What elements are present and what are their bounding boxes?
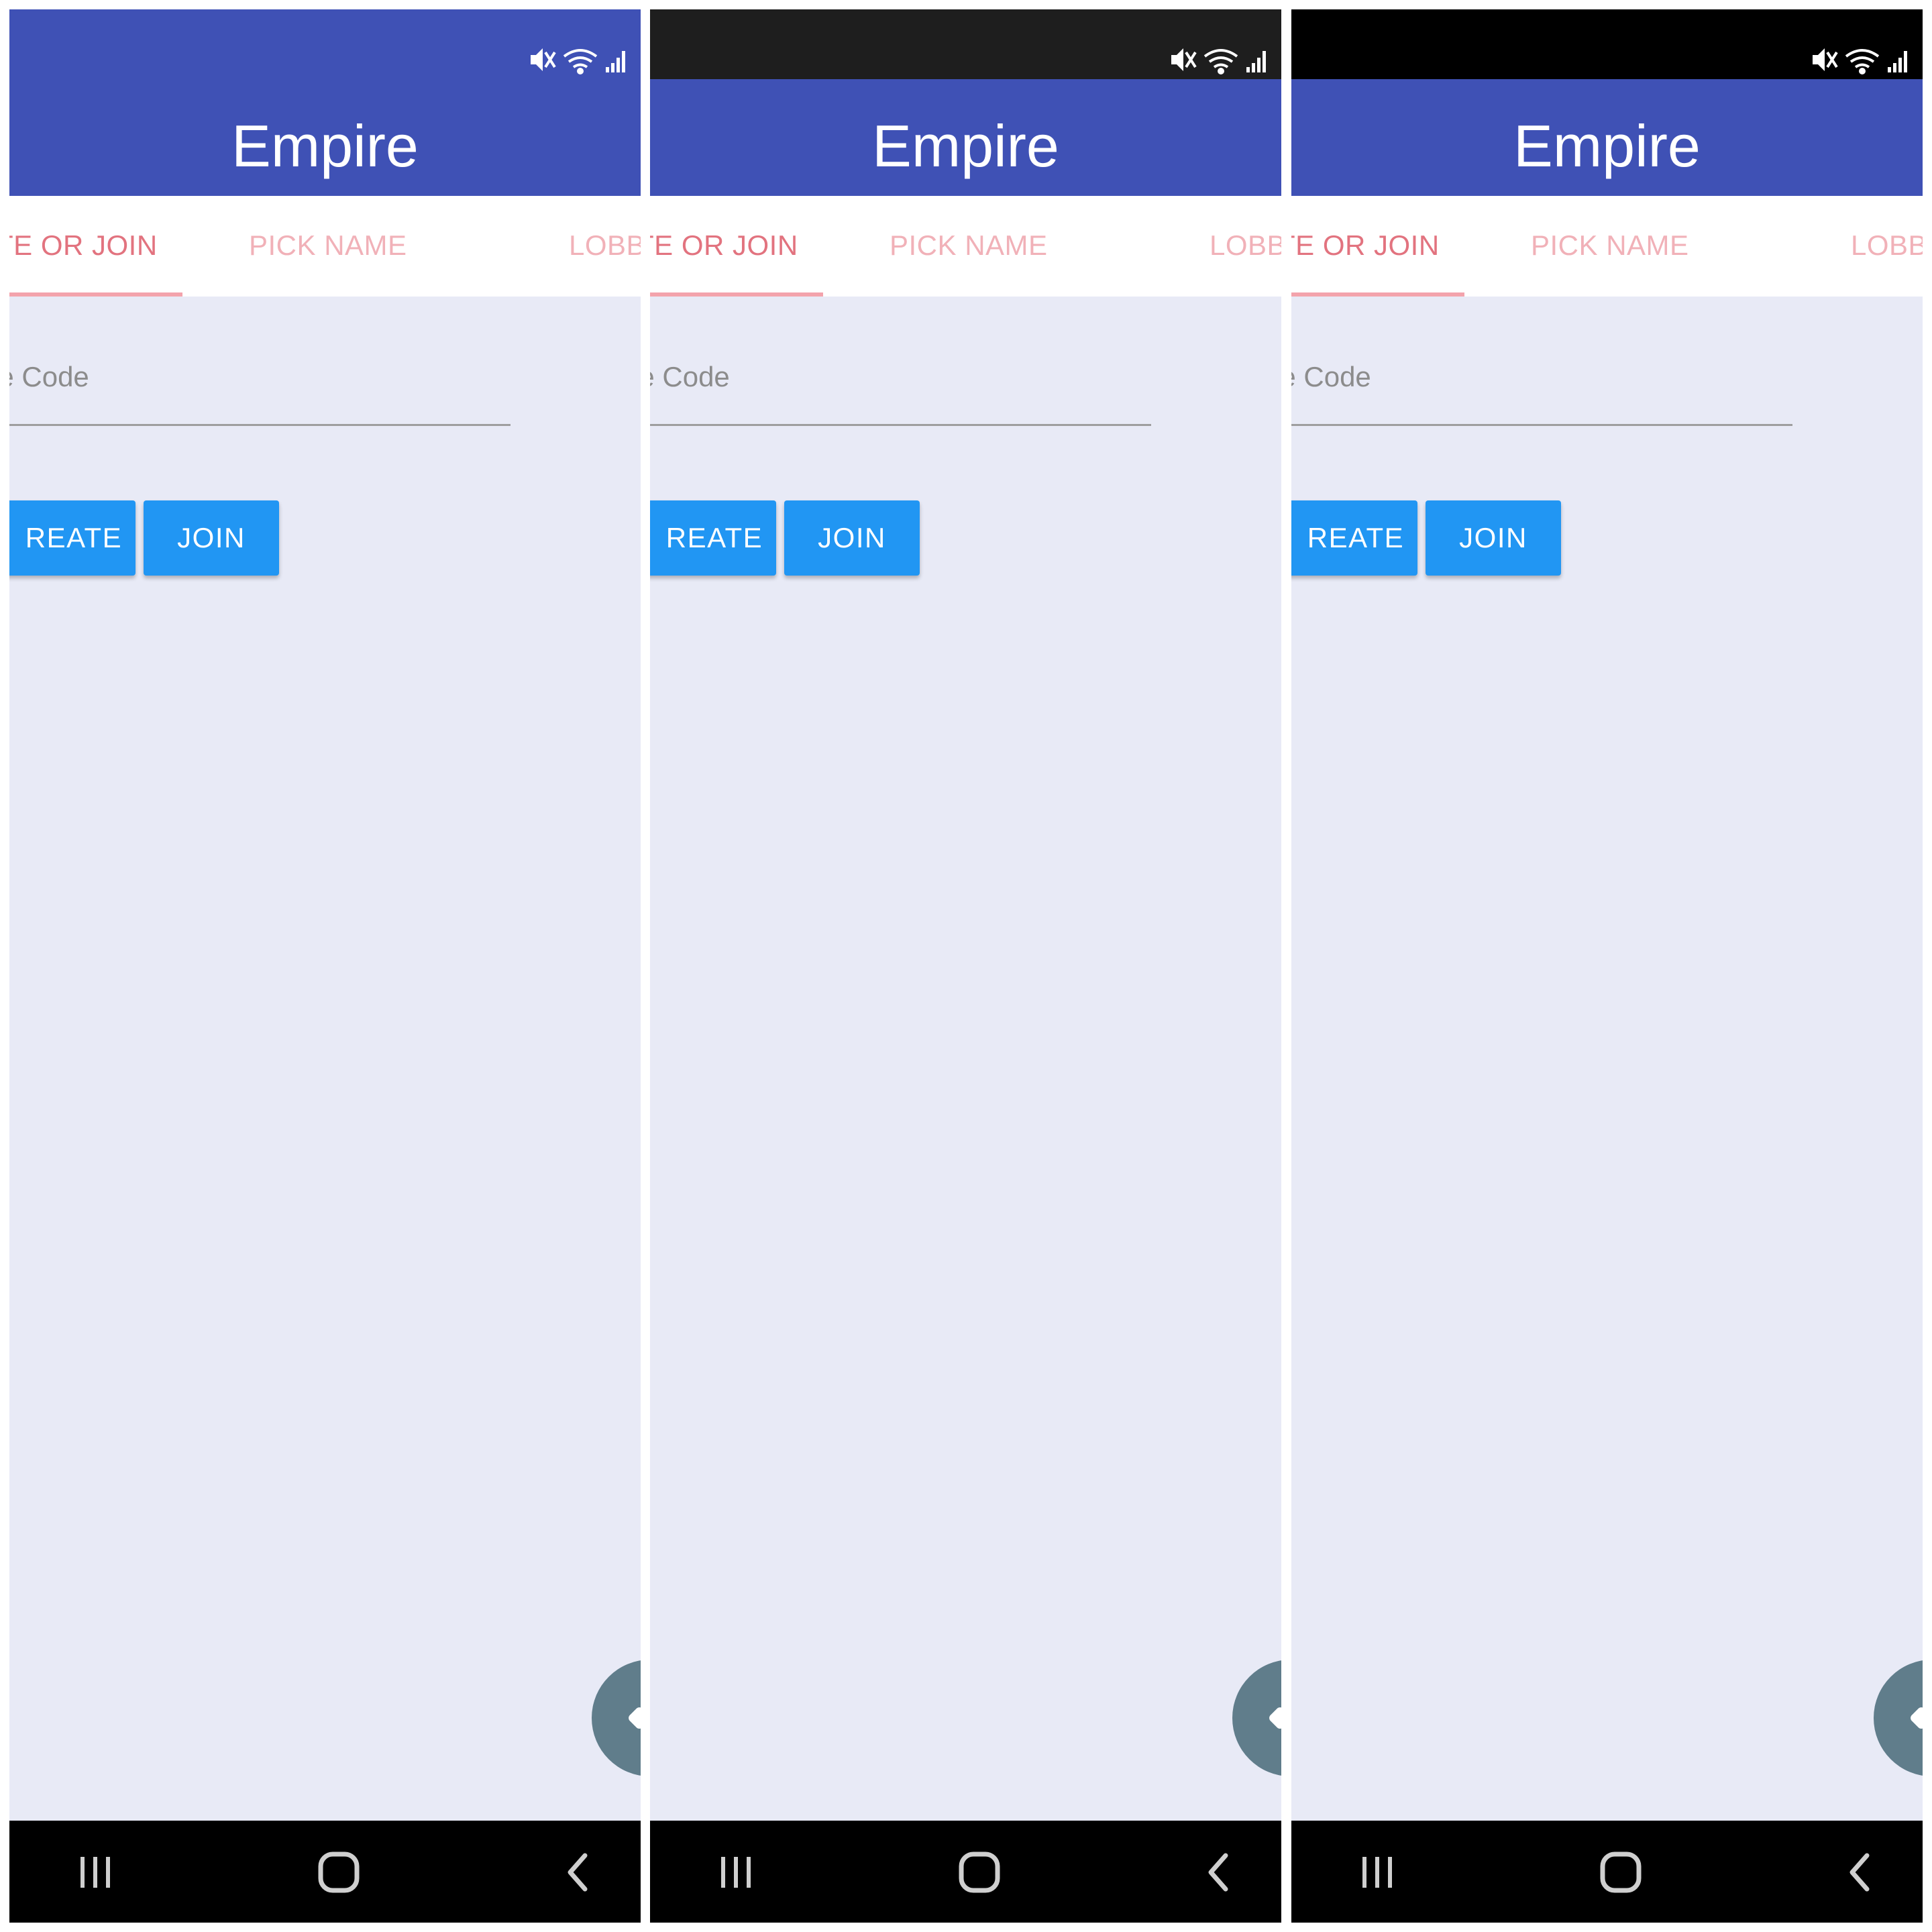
back-icon[interactable] (561, 1849, 594, 1896)
app-bar: Empire (1291, 79, 1923, 196)
wifi-icon (1203, 49, 1238, 74)
tab-pick-name[interactable]: PICK NAME (1531, 228, 1689, 263)
mute-icon (1813, 48, 1838, 71)
fab-icon (1909, 1705, 1923, 1731)
home-icon[interactable] (956, 1849, 1003, 1896)
join-button-label: JOIN (818, 522, 886, 553)
status-icons (1809, 43, 1923, 76)
back-icon[interactable] (1201, 1849, 1235, 1896)
join-button[interactable]: JOIN (784, 500, 920, 576)
status-bar (9, 9, 641, 79)
game-code-placeholder: ne Code (650, 361, 730, 392)
tab-indicator (9, 292, 182, 297)
wifi-icon (1845, 49, 1880, 74)
tab-strip: TE OR JOIN PICK NAME LOBB (9, 196, 641, 297)
join-button[interactable]: JOIN (144, 500, 279, 576)
tab-strip: TE OR JOIN PICK NAME LOBB (1291, 196, 1923, 297)
fab-button[interactable] (1874, 1660, 1923, 1776)
fab-icon (1267, 1705, 1281, 1731)
status-icons (1167, 43, 1281, 76)
recents-icon[interactable] (75, 1849, 115, 1896)
tab-lobby[interactable]: LOBB (1210, 228, 1281, 263)
app-title: Empire (872, 113, 1059, 179)
input-underline (650, 424, 1151, 426)
mute-icon (531, 48, 556, 71)
status-bar (1291, 9, 1923, 79)
input-underline (9, 424, 511, 426)
create-button-label: REATE (1307, 522, 1405, 553)
game-code-input[interactable]: ne Code (1291, 353, 1792, 427)
tab-create-or-join[interactable]: TE OR JOIN (9, 228, 158, 263)
signal-icon (1246, 51, 1266, 72)
app-title: Empire (1513, 113, 1701, 179)
app-bar: Empire (650, 79, 1281, 196)
join-button-label: JOIN (177, 522, 246, 553)
app-title: Empire (231, 113, 419, 179)
fab-icon (627, 1705, 641, 1731)
phone-screen-3: Empire TE OR JOIN PICK NAME LOBB ne Code… (1291, 9, 1923, 1923)
recents-icon[interactable] (716, 1849, 756, 1896)
tab-lobby[interactable]: LOBB (569, 228, 641, 263)
tab-pick-name[interactable]: PICK NAME (249, 228, 407, 263)
game-code-input[interactable]: ne Code (650, 353, 1151, 427)
game-code-placeholder: ne Code (9, 361, 89, 392)
input-underline (1291, 424, 1792, 426)
fab-button[interactable] (592, 1660, 641, 1776)
signal-icon (606, 51, 625, 72)
status-bar (650, 9, 1281, 79)
join-button[interactable]: JOIN (1426, 500, 1561, 576)
create-button-label: REATE (665, 522, 763, 553)
game-code-input[interactable]: ne Code (9, 353, 511, 427)
join-button-label: JOIN (1459, 522, 1527, 553)
navigation-bar (650, 1821, 1281, 1923)
create-button[interactable]: REATE (650, 500, 776, 576)
tab-pick-name[interactable]: PICK NAME (890, 228, 1048, 263)
back-icon[interactable] (1843, 1849, 1876, 1896)
game-code-placeholder: ne Code (1291, 361, 1371, 392)
tab-indicator (1291, 292, 1464, 297)
navigation-bar (1291, 1821, 1923, 1923)
phone-screen-2: Empire TE OR JOIN PICK NAME LOBB ne Code… (650, 9, 1281, 1923)
tab-indicator (650, 292, 823, 297)
tab-lobby[interactable]: LOBB (1851, 228, 1923, 263)
create-button[interactable]: REATE (1291, 500, 1417, 576)
navigation-bar (9, 1821, 641, 1923)
phone-screen-1: Empire TE OR JOIN PICK NAME LOBB ne Code… (9, 9, 641, 1923)
create-button[interactable]: REATE (9, 500, 136, 576)
create-button-label: REATE (25, 522, 123, 553)
tab-strip: TE OR JOIN PICK NAME LOBB (650, 196, 1281, 297)
signal-icon (1888, 51, 1907, 72)
tab-create-or-join[interactable]: TE OR JOIN (1291, 228, 1440, 263)
app-bar: Empire (9, 79, 641, 196)
mute-icon (1171, 48, 1197, 71)
home-icon[interactable] (1597, 1849, 1644, 1896)
status-icons (527, 43, 641, 76)
home-icon[interactable] (315, 1849, 362, 1896)
fab-button[interactable] (1232, 1660, 1281, 1776)
recents-icon[interactable] (1357, 1849, 1397, 1896)
wifi-icon (563, 49, 598, 74)
tab-create-or-join[interactable]: TE OR JOIN (650, 228, 798, 263)
